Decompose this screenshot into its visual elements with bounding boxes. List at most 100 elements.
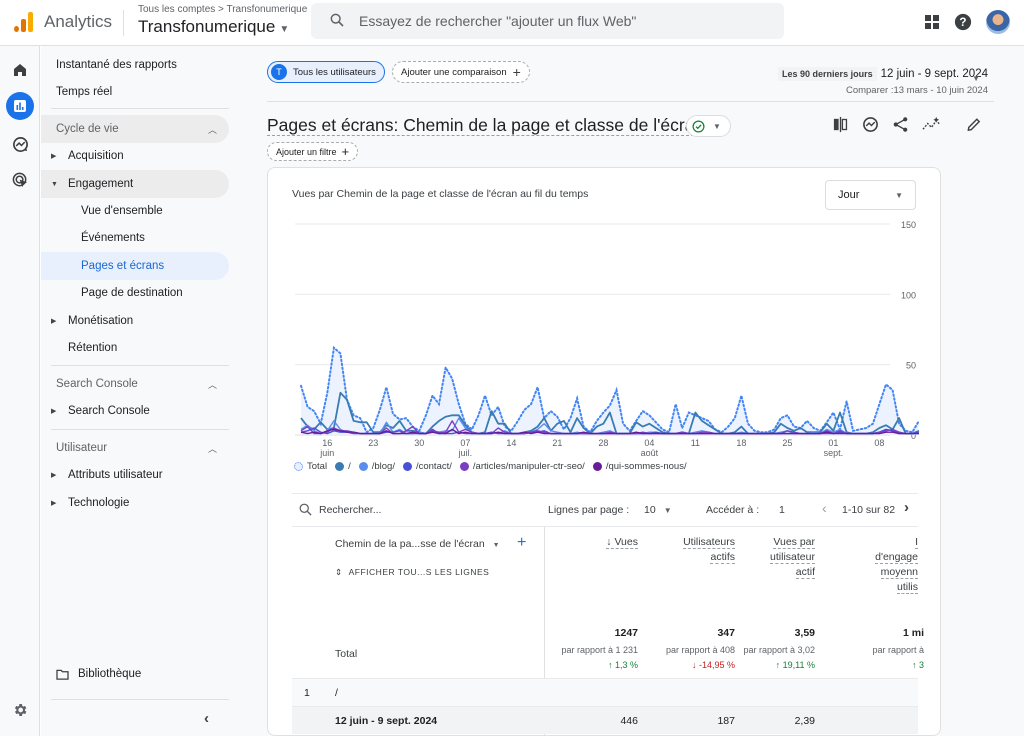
chevron-right-icon[interactable]: ›: [904, 499, 909, 516]
section-label: Utilisateur: [56, 442, 108, 454]
sidebar-item-retention[interactable]: Rétention: [41, 334, 229, 362]
x-tick-label: 30: [414, 438, 424, 448]
add-comparison-button[interactable]: Ajouter une comparaison +: [392, 61, 530, 83]
divider: [51, 365, 229, 366]
caret-down-icon: ▼: [279, 24, 290, 35]
column-header-views[interactable]: ↓ Vues: [606, 535, 638, 550]
row-value: 2,39: [794, 715, 815, 727]
apps-grid-icon[interactable]: [924, 14, 940, 30]
add-dimension-button[interactable]: +: [517, 534, 526, 552]
plus-icon: +: [512, 64, 521, 80]
goto-input[interactable]: 1: [779, 504, 785, 516]
dimension-selector[interactable]: Chemin de la pa...sse de l'écran ▼: [335, 538, 500, 550]
sidebar-item-overview[interactable]: Vue d'ensemble: [41, 197, 229, 225]
legend-item[interactable]: /articles/manipuler-ctr-seo/: [459, 461, 585, 472]
edit-icon[interactable]: [964, 116, 984, 133]
sidebar-item-events[interactable]: Événements: [41, 224, 229, 252]
select-value: Jour: [838, 189, 860, 201]
expand-icon: ⇕: [335, 567, 343, 577]
header-line: utilis: [896, 581, 918, 594]
total-cell: 3,59 par rapport à 3,02 ↑ 19,11 %: [743, 627, 815, 670]
sidebar-item-technology[interactable]: ▶ Technologie: [41, 489, 229, 517]
show-all-rows-button[interactable]: ⇕ AFFICHER TOU...S LES LIGNES: [335, 567, 489, 578]
advertising-icon[interactable]: [8, 168, 32, 192]
rows-per-page-select[interactable]: 10 ▼: [644, 504, 672, 516]
compare-value: par rapport à 1 231: [561, 645, 638, 655]
table-row[interactable]: 1 /: [292, 678, 918, 706]
check-circle-icon: [692, 119, 705, 133]
sidebar-item-acquisition[interactable]: ▶ Acquisition: [41, 142, 229, 170]
header-line: ↓ Vues: [606, 536, 638, 549]
segment-chip[interactable]: T Tous les utilisateurs: [267, 61, 385, 83]
chevron-left-icon[interactable]: ‹: [822, 500, 827, 516]
sidebar-item-user-attributes[interactable]: ▶ Attributs utilisateur: [41, 461, 229, 489]
legend-dot-icon: [358, 462, 368, 471]
analytics-logo[interactable]: [12, 10, 34, 32]
legend-dot-icon: [402, 462, 412, 471]
legend-item[interactable]: /qui-sommes-nous/: [592, 461, 687, 472]
chevron-left-icon[interactable]: ‹: [204, 710, 209, 727]
report-status-dropdown[interactable]: ▼: [686, 115, 731, 137]
item-label: Engagement: [68, 178, 134, 190]
row-dimension: /: [335, 687, 338, 699]
avatar[interactable]: [986, 10, 1010, 34]
insights-icon[interactable]: [862, 116, 879, 133]
sidebar-item-search-console[interactable]: ▶ Search Console: [41, 397, 229, 425]
granularity-select[interactable]: Jour ▼: [825, 180, 916, 210]
item-label: Bibliothèque: [78, 668, 142, 680]
column-header-active-users[interactable]: Utilisateurs actifs: [665, 535, 735, 565]
x-tick-label: 01: [828, 438, 838, 448]
sidebar-section-lifecycle[interactable]: Cycle de vie ︿: [41, 115, 229, 143]
triangle-right-icon: ▶: [51, 472, 57, 479]
caret-down-icon[interactable]: ▼: [972, 74, 980, 83]
header-line: Vues par: [773, 536, 815, 549]
explore-icon[interactable]: [8, 132, 32, 156]
sidebar-item-realtime[interactable]: Temps réel: [41, 78, 229, 106]
reports-icon[interactable]: [6, 92, 34, 120]
caret-down-icon: ▼: [895, 190, 903, 200]
sidebar-section-search-console[interactable]: Search Console ︿: [41, 370, 229, 398]
breadcrumb[interactable]: Tous les comptes > Transfonumerique: [138, 4, 307, 15]
table-header: Chemin de la pa...sse de l'écran ▼ + ⇕ AFF…: [292, 527, 918, 627]
header-line: I: [915, 536, 918, 549]
date-preset: Les 90 derniers jours: [778, 67, 877, 81]
sidebar-item-library[interactable]: Bibliothèque: [41, 660, 229, 688]
sidebar-item-engagement[interactable]: ▼ Engagement: [41, 170, 229, 198]
share-icon[interactable]: [892, 116, 909, 133]
compare-icon[interactable]: [832, 116, 849, 133]
compare-value: par rapport à 408: [665, 645, 735, 655]
chart-legend: Total / /blog/ /contact/ /articles/manipuler…: [294, 461, 687, 472]
legend-item[interactable]: /: [335, 461, 351, 472]
x-tick-label: 16: [322, 438, 332, 448]
help-icon[interactable]: ?: [954, 13, 972, 31]
page-title[interactable]: Pages et écrans: Chemin de la page et cl…: [267, 115, 705, 136]
table-search-input[interactable]: Rechercher...: [319, 504, 381, 516]
x-tick-label: 08: [874, 438, 884, 448]
property-selector[interactable]: Transfonumerique ▼: [138, 17, 289, 37]
item-label: Attributs utilisateur: [68, 469, 163, 481]
total-cell: 347 par rapport à 408 ↓ -14,95 %: [666, 627, 735, 670]
legend-item[interactable]: /contact/: [402, 461, 452, 472]
legend-item[interactable]: Total: [294, 461, 327, 472]
add-filter-button[interactable]: Ajouter un filtre +: [267, 142, 359, 161]
column-header-engagement-time[interactable]: Id'engage moyenn utilis: [858, 535, 918, 595]
sidebar-item-pages-screens[interactable]: Pages et écrans: [41, 252, 229, 280]
total-value: 347: [717, 627, 735, 639]
item-label: Search Console: [68, 405, 150, 417]
caret-down-icon: ▼: [492, 542, 500, 549]
column-header-views-per-user[interactable]: Vues par utilisateur actif: [745, 535, 815, 580]
legend-item[interactable]: /blog/: [358, 461, 395, 472]
sidebar-item-snapshot[interactable]: Instantané des rapports: [41, 51, 229, 79]
settings-icon[interactable]: [8, 698, 32, 722]
home-icon[interactable]: [8, 58, 32, 82]
date-range-picker[interactable]: Les 90 derniers jours 12 juin - 9 sept. 2…: [778, 64, 988, 96]
select-value: 10: [644, 504, 656, 516]
trend-icon[interactable]: [922, 116, 941, 133]
search-bar[interactable]: Essayez de rechercher "ajouter un flux W…: [311, 3, 784, 39]
header-line: Utilisateurs: [683, 536, 735, 549]
search-icon: [299, 503, 312, 516]
sidebar-section-user[interactable]: Utilisateur ︿: [41, 434, 229, 462]
x-tick-label: 28: [598, 438, 608, 448]
sidebar-item-monetization[interactable]: ▶ Monétisation: [41, 307, 229, 335]
sidebar-item-landing-page[interactable]: Page de destination: [41, 279, 229, 307]
